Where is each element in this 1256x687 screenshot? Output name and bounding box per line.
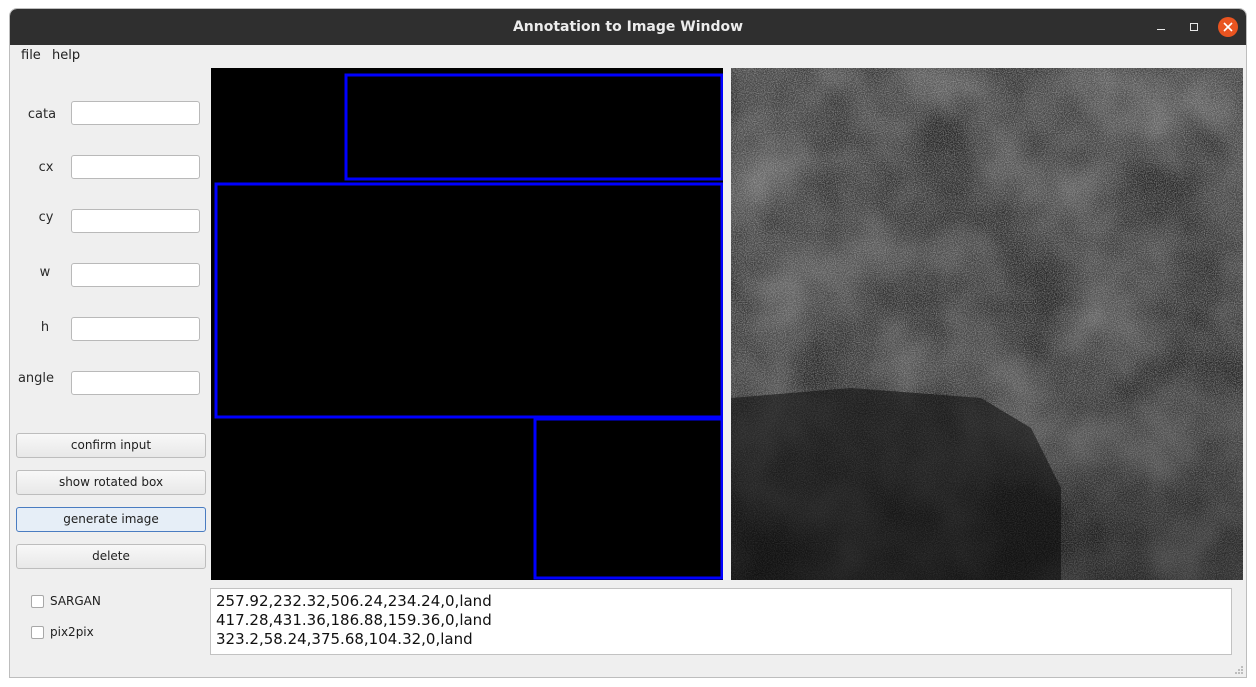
h-label: h xyxy=(40,320,50,335)
annotation-canvas[interactable] xyxy=(211,68,724,580)
menu-help[interactable]: help xyxy=(52,48,80,63)
w-input[interactable] xyxy=(71,263,200,287)
generated-image xyxy=(731,68,1243,580)
resize-grip-icon[interactable] xyxy=(1234,665,1244,675)
sargan-checkbox[interactable] xyxy=(31,595,44,608)
annotation-line: 417.28,431.36,186.88,159.36,0,land xyxy=(216,611,492,629)
close-x-glyph xyxy=(1223,22,1233,32)
close-icon[interactable] xyxy=(1218,17,1238,37)
minimize-icon[interactable] xyxy=(1152,18,1170,36)
confirm-input-button[interactable]: confirm input xyxy=(16,433,206,458)
angle-input[interactable] xyxy=(71,371,200,395)
pix2pix-label: pix2pix xyxy=(50,625,94,639)
maximize-icon[interactable] xyxy=(1185,18,1203,36)
cx-input[interactable] xyxy=(71,155,200,179)
annotation-box-3 xyxy=(533,417,724,580)
cx-label: cx xyxy=(38,160,54,175)
menu-bar: file help xyxy=(10,45,1246,67)
app-window: Annotation to Image Window file help cat… xyxy=(9,8,1247,678)
annotation-text-area[interactable]: 257.92,232.32,506.24,234.24,0,land 417.2… xyxy=(210,588,1232,655)
menu-file[interactable]: file xyxy=(21,48,41,63)
annotation-box-layer xyxy=(214,73,724,580)
w-label: w xyxy=(39,265,51,280)
generated-image-texture xyxy=(731,68,1243,580)
pix2pix-checkbox[interactable] xyxy=(31,626,44,639)
sargan-label: SARGAN xyxy=(50,594,101,608)
cy-label: cy xyxy=(38,210,54,225)
generate-image-button[interactable]: generate image xyxy=(16,507,206,532)
cata-label: cata xyxy=(27,107,57,122)
angle-label: angle xyxy=(17,371,55,386)
annotation-box-2 xyxy=(214,182,724,419)
window-title: Annotation to Image Window xyxy=(512,19,744,35)
delete-button[interactable]: delete xyxy=(16,544,206,569)
cy-input[interactable] xyxy=(71,209,200,233)
show-rotated-box-button[interactable]: show rotated box xyxy=(16,470,206,495)
h-input[interactable] xyxy=(71,317,200,341)
title-bar[interactable]: Annotation to Image Window xyxy=(10,9,1246,45)
annotation-line: 257.92,232.32,506.24,234.24,0,land xyxy=(216,592,492,610)
annotation-line: 323.2,58.24,375.68,104.32,0,land xyxy=(216,630,473,648)
cata-input[interactable] xyxy=(71,101,200,125)
annotation-box-1 xyxy=(344,73,724,181)
